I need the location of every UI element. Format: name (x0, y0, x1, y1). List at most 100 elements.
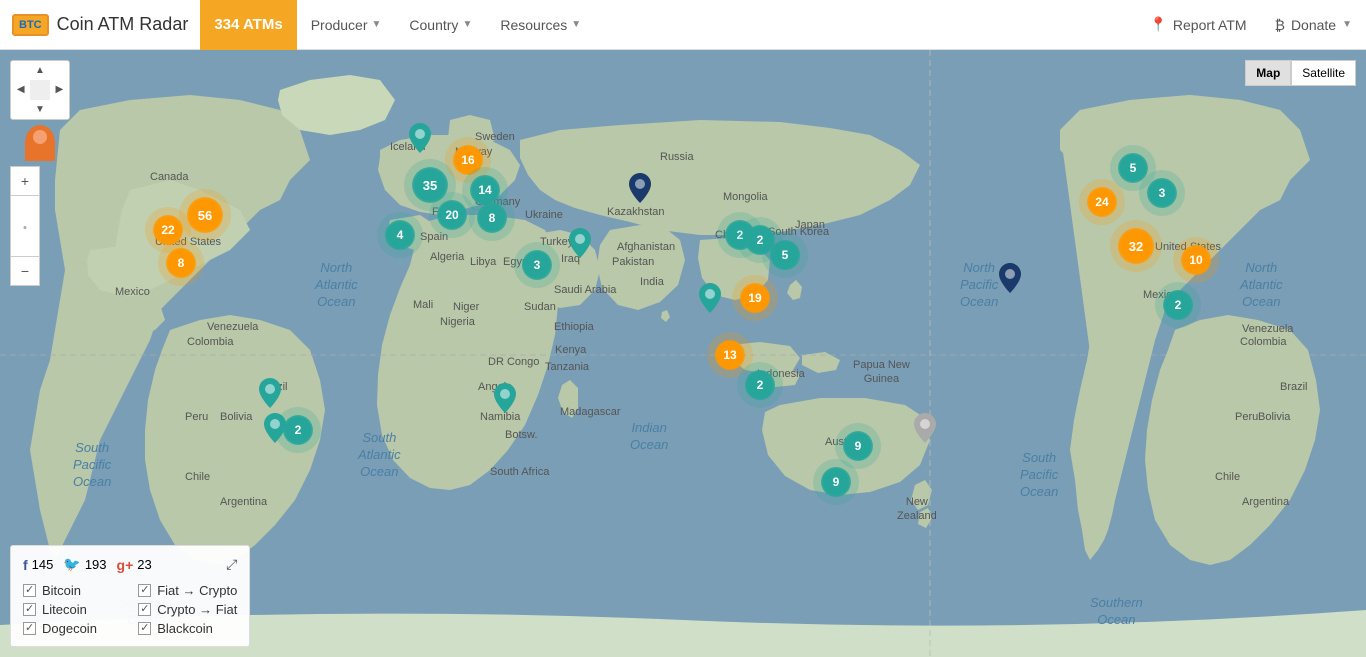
crypto-fiat-checkbox[interactable] (138, 603, 151, 616)
legend-litecoin: Litecoin (23, 602, 122, 617)
atm-count-badge: 334 ATMs (200, 0, 296, 50)
googleplus-icon: g+ (117, 557, 134, 573)
twitter-badge[interactable]: 🐦 193 (63, 556, 106, 573)
cluster-c16[interactable]: 2 (283, 415, 313, 445)
cluster-c22[interactable]: 32 (1118, 228, 1154, 264)
cluster-c19[interactable]: 5 (1118, 153, 1148, 183)
nav-report-atm[interactable]: 📍 Report ATM (1135, 0, 1260, 50)
social-row: f 145 🐦 193 g+ 23 ⤢ (23, 556, 237, 573)
pin-p4[interactable] (494, 383, 516, 420)
bitcoin-icon: ₿ (1275, 17, 1285, 33)
pin-icon: 📍 (1149, 16, 1166, 33)
pan-control: ▲ ◀ ▶ ▼ (10, 60, 70, 120)
googleplus-badge[interactable]: g+ 23 (117, 557, 152, 573)
facebook-count: 145 (32, 557, 54, 572)
dogecoin-checkbox[interactable] (23, 622, 36, 635)
info-panel: f 145 🐦 193 g+ 23 ⤢ Bitcoin Fiat → Crypt… (10, 545, 250, 647)
cluster-c18[interactable]: 9 (821, 467, 851, 497)
blackcoin-checkbox[interactable] (138, 622, 151, 635)
zoom-out-button[interactable]: − (10, 256, 40, 286)
zoom-in-button[interactable]: + (10, 166, 40, 196)
pan-center[interactable] (30, 80, 49, 99)
bitcoin-checkbox[interactable] (23, 584, 36, 597)
pin-p9[interactable] (699, 283, 721, 320)
cluster-c1[interactable]: 16 (453, 145, 483, 175)
cluster-c25[interactable]: 2 (745, 225, 775, 255)
pan-sw[interactable] (11, 100, 30, 119)
cluster-c24[interactable]: 2 (1163, 290, 1193, 320)
brand-name: Coin ATM Radar (57, 14, 189, 35)
cluster-c4[interactable]: 20 (437, 200, 467, 230)
twitter-icon: 🐦 (63, 556, 80, 573)
map-container[interactable]: ▲ ◀ ▶ ▼ + − Map Satellite CanadaUnited S… (0, 50, 1366, 657)
expand-button[interactable]: ⤢ (226, 556, 237, 573)
cluster-c10[interactable]: 8 (166, 248, 196, 278)
legend-fiat-crypto: Fiat → Crypto (138, 583, 237, 598)
map-type-map[interactable]: Map (1245, 60, 1291, 86)
cluster-c6[interactable]: 4 (385, 220, 415, 250)
facebook-icon: f (23, 557, 28, 573)
pan-s[interactable]: ▼ (30, 100, 49, 119)
legend-crypto-fiat: Crypto → Fiat (138, 602, 237, 617)
nav-country[interactable]: Country ▼ (395, 0, 486, 50)
fiat-crypto-label: Fiat → Crypto (157, 583, 237, 598)
resources-dropdown-arrow: ▼ (571, 19, 581, 30)
cluster-c17[interactable]: 9 (843, 431, 873, 461)
crypto-fiat-label: Crypto → Fiat (157, 602, 237, 617)
blackcoin-label: Blackcoin (157, 621, 213, 636)
litecoin-checkbox[interactable] (23, 603, 36, 616)
cluster-c3[interactable]: 14 (470, 175, 500, 205)
pan-se[interactable] (50, 100, 69, 119)
pin-p3[interactable] (629, 173, 651, 210)
producer-dropdown-arrow: ▼ (372, 19, 382, 30)
facebook-badge[interactable]: f 145 (23, 557, 53, 573)
cluster-c2[interactable]: 35 (412, 167, 448, 203)
pan-ne[interactable] (50, 61, 69, 80)
legend-blackcoin: Blackcoin (138, 621, 237, 636)
nav-donate[interactable]: ₿ Donate ▼ (1261, 0, 1366, 50)
pegman[interactable] (25, 125, 55, 161)
logo-area: BTC Coin ATM Radar (0, 14, 200, 36)
cluster-c15[interactable]: 2 (745, 370, 775, 400)
litecoin-label: Litecoin (42, 602, 87, 617)
zoom-controls: + − (10, 166, 70, 286)
cluster-c9[interactable]: 22 (153, 215, 183, 245)
cluster-c14[interactable]: 13 (715, 340, 745, 370)
logo-badge: BTC (12, 14, 49, 36)
pan-e[interactable]: ▶ (50, 80, 69, 99)
pin-p2[interactable] (569, 228, 591, 265)
legend-grid: Bitcoin Fiat → Crypto Litecoin Crypto → … (23, 583, 237, 636)
map-controls: ▲ ◀ ▶ ▼ + − (10, 60, 70, 286)
country-dropdown-arrow: ▼ (462, 19, 472, 30)
cluster-c23[interactable]: 10 (1181, 245, 1211, 275)
cluster-c20[interactable]: 3 (1147, 178, 1177, 208)
pin-p1[interactable] (409, 123, 431, 160)
logo-text: BTC (19, 19, 42, 31)
pan-nw[interactable] (11, 61, 30, 80)
pin-p7[interactable] (999, 263, 1021, 300)
cluster-c7[interactable]: 3 (522, 250, 552, 280)
pan-n[interactable]: ▲ (30, 61, 49, 80)
fiat-crypto-checkbox[interactable] (138, 584, 151, 597)
googleplus-count: 23 (137, 557, 151, 572)
nav-producer[interactable]: Producer ▼ (297, 0, 396, 50)
pin-p8[interactable] (914, 413, 936, 450)
pin-p6[interactable] (264, 413, 286, 450)
map-type-satellite[interactable]: Satellite (1291, 60, 1356, 86)
map-type-control: Map Satellite (1245, 60, 1356, 86)
pan-w[interactable]: ◀ (11, 80, 30, 99)
twitter-count: 193 (85, 557, 107, 572)
bitcoin-label: Bitcoin (42, 583, 81, 598)
navbar: BTC Coin ATM Radar 334 ATMs Producer ▼ C… (0, 0, 1366, 50)
cluster-c8[interactable]: 56 (187, 197, 223, 233)
dogecoin-label: Dogecoin (42, 621, 97, 636)
nav-resources[interactable]: Resources ▼ (486, 0, 595, 50)
legend-bitcoin: Bitcoin (23, 583, 122, 598)
pin-p5[interactable] (259, 378, 281, 415)
cluster-c5[interactable]: 8 (477, 203, 507, 233)
legend-dogecoin: Dogecoin (23, 621, 122, 636)
cluster-c13[interactable]: 19 (740, 283, 770, 313)
cluster-c12[interactable]: 5 (770, 240, 800, 270)
donate-dropdown-arrow: ▼ (1342, 19, 1352, 30)
cluster-c21[interactable]: 24 (1087, 187, 1117, 217)
